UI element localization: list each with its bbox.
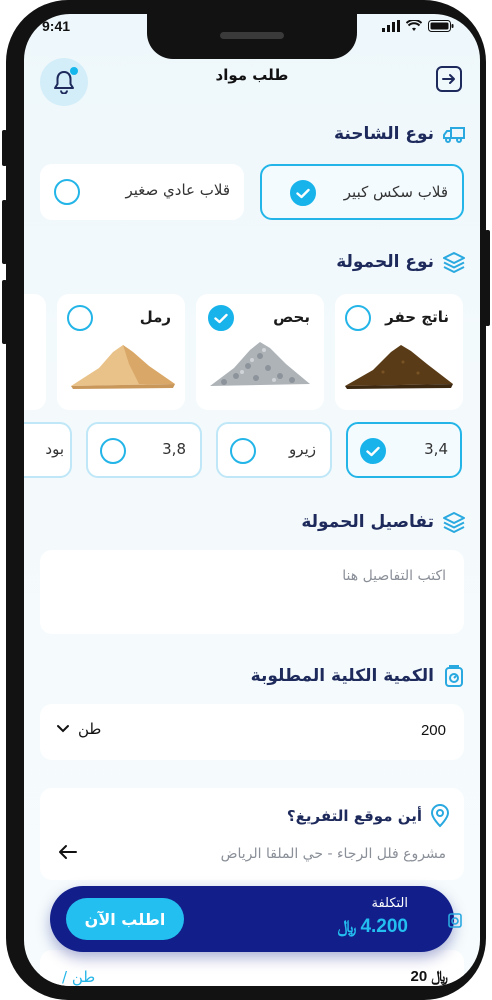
size-label: زيرو xyxy=(289,440,316,458)
truck-option-large[interactable]: قلاب سكس كبير xyxy=(260,164,464,220)
truck-type-heading: نوع الشاحنة xyxy=(334,122,466,146)
cost-label: التكلفة xyxy=(371,896,408,911)
partial-row-value: ﷼ 20 xyxy=(410,968,448,985)
material-card-partial[interactable] xyxy=(24,294,46,410)
location-pin-icon xyxy=(430,804,450,828)
unload-question: أين موقع التفريغ؟ xyxy=(286,807,422,825)
size-label: 3,4 xyxy=(424,440,448,458)
arrow-right-icon xyxy=(442,74,455,84)
truck-option-large-label: قلاب سكس كبير xyxy=(343,183,448,201)
truck-type-title: نوع الشاحنة xyxy=(334,124,434,144)
volume-up-button xyxy=(2,200,7,264)
check-icon xyxy=(366,446,380,456)
battery-icon xyxy=(428,20,454,32)
size-label: بود xyxy=(45,440,64,458)
material-label: بحص xyxy=(273,308,310,326)
load-details-heading: تفاصيل الحمولة xyxy=(301,510,466,534)
material-radio[interactable] xyxy=(67,305,93,331)
chevron-down-icon xyxy=(57,725,69,733)
check-icon xyxy=(296,188,310,198)
size-radio[interactable] xyxy=(230,438,256,464)
material-radio[interactable] xyxy=(345,305,371,331)
size-chip-zero[interactable]: زيرو xyxy=(216,422,332,478)
status-time: 9:41 xyxy=(42,18,71,34)
size-chip-3-8[interactable]: 3,8 xyxy=(86,422,202,478)
sand-pile-image xyxy=(71,345,175,389)
truck-option-small[interactable]: قلاب عادي صغير xyxy=(40,164,244,220)
exit-button[interactable] xyxy=(436,66,462,92)
size-radio[interactable] xyxy=(360,438,386,464)
material-label: رمل xyxy=(139,308,171,326)
gravel-pile-image xyxy=(210,342,310,386)
load-details-textarea[interactable]: اكتب التفاصيل هنا xyxy=(40,550,464,634)
material-card-sand[interactable]: رمل xyxy=(57,294,185,410)
wifi-icon xyxy=(406,20,422,31)
mute-switch xyxy=(2,130,7,166)
truck-option-large-radio[interactable] xyxy=(290,180,316,206)
unload-location-card[interactable]: أين موقع التفريغ؟ مشروع فلل الرجاء - حي … xyxy=(40,788,464,880)
arrow-left-icon[interactable] xyxy=(58,844,78,860)
size-chip-3-4[interactable]: 3,4 xyxy=(346,422,462,478)
quantity-value: 200 xyxy=(420,722,446,739)
quantity-title: الكمية الكلية المطلوبة xyxy=(250,666,434,686)
size-chip-partial[interactable]: بود xyxy=(24,422,72,478)
truck-option-small-radio[interactable] xyxy=(54,179,80,205)
currency-icon: ﷼ xyxy=(337,917,357,937)
material-card-gravel[interactable]: بحص xyxy=(196,294,324,410)
currency-icon: ﷼ xyxy=(431,968,448,985)
volume-down-button xyxy=(2,280,7,344)
quantity-heading: الكمية الكلية المطلوبة xyxy=(251,664,466,688)
size-label: 3,8 xyxy=(162,440,186,458)
truck-option-small-label: قلاب عادي صغير xyxy=(125,181,231,199)
bottom-order-bar: اطلب الآن التكلفة ﷼ 4.200 xyxy=(50,886,454,952)
order-now-button[interactable]: اطلب الآن xyxy=(66,898,184,940)
phone-frame: 9:41 طلب مواد نوع الشاحنة قلاب سكس كبير xyxy=(2,0,490,1000)
partial-row-unit: طن / xyxy=(62,968,96,986)
load-type-title: نوع الحمولة xyxy=(336,252,434,272)
quantity-field[interactable]: 200 طن xyxy=(40,704,464,760)
unit-select[interactable]: طن xyxy=(56,720,101,738)
unload-address: مشروع فلل الرجاء - حي الملقا الرياض xyxy=(220,846,446,862)
load-type-heading: نوع الحمولة xyxy=(336,250,466,274)
page-title: طلب مواد xyxy=(215,66,289,84)
partial-row: ﷼ 20 طن / xyxy=(40,950,464,986)
material-card-excavation[interactable]: ناتج حفر xyxy=(335,294,463,410)
notch xyxy=(147,14,357,59)
dirt-pile-image xyxy=(345,345,453,389)
load-details-placeholder: اكتب التفاصيل هنا xyxy=(342,568,446,584)
load-details-title: تفاصيل الحمولة xyxy=(301,512,434,532)
size-radio[interactable] xyxy=(100,438,126,464)
unload-location-heading: أين موقع التفريغ؟ xyxy=(287,804,450,828)
check-icon xyxy=(214,313,228,323)
scale-icon xyxy=(448,913,462,928)
layers-icon xyxy=(443,512,465,533)
material-label: ناتج حفر xyxy=(385,308,449,326)
signal-icon xyxy=(382,20,400,32)
layers-icon xyxy=(443,252,465,273)
power-button xyxy=(485,230,490,326)
status-icons xyxy=(382,20,454,32)
material-radio[interactable] xyxy=(208,305,234,331)
truck-icon xyxy=(443,127,465,143)
scale-icon xyxy=(445,665,463,687)
unit-label: طن xyxy=(78,720,102,738)
cost-amount: ﷼ 4.200 xyxy=(338,916,408,938)
cost-value: 4.200 xyxy=(360,916,408,937)
app-screen: 9:41 طلب مواد نوع الشاحنة قلاب سكس كبير xyxy=(24,14,480,986)
